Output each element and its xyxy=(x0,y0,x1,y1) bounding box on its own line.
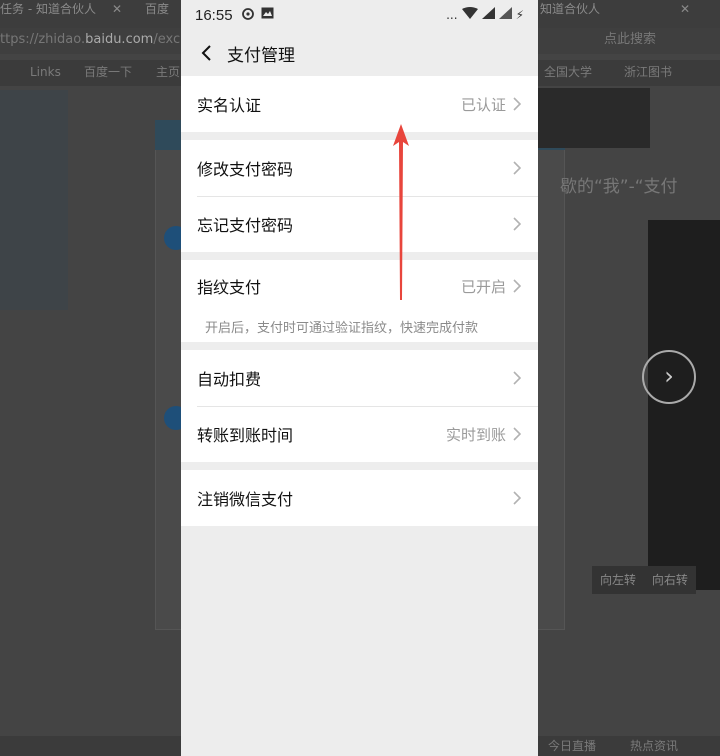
bottom-link[interactable]: 今日直播 xyxy=(548,736,596,756)
cell-value: 已开启 xyxy=(460,277,506,296)
signal-icon xyxy=(498,7,512,23)
browser-tab[interactable]: 知道合伙人 xyxy=(540,0,600,22)
rotate-left-button[interactable]: 向左转 xyxy=(600,573,636,587)
settings-group: 注销微信支付 xyxy=(181,470,538,526)
close-icon[interactable]: ✕ xyxy=(680,0,690,22)
status-bar: 16:55 ... ⚡ xyxy=(181,0,538,30)
status-time: 16:55 xyxy=(195,6,233,24)
back-icon[interactable] xyxy=(195,42,217,64)
url-prefix: ttps://zhidao. xyxy=(0,32,86,47)
cell-label: 自动扣费 xyxy=(197,370,262,389)
fingerprint-pay-item[interactable]: 指纹支付 已开启 开启后，支付时可通过验证指纹，快速完成付款 xyxy=(181,260,538,342)
cell-label: 注销微信支付 xyxy=(197,490,294,509)
bookmark-item[interactable]: Links xyxy=(30,60,61,84)
settings-group: 修改支付密码 忘记支付密码 xyxy=(181,140,538,252)
cell-value: 实时到账 xyxy=(445,425,506,444)
more-dots: ... xyxy=(446,8,458,22)
cell-label: 忘记支付密码 xyxy=(197,216,294,235)
rotate-right-button[interactable]: 向右转 xyxy=(652,573,688,587)
chevron-right-icon xyxy=(512,160,522,176)
cell-label: 转账到账时间 xyxy=(197,426,294,445)
bookmark-item[interactable]: 全国大学 xyxy=(544,60,592,84)
weibo-icon xyxy=(241,7,255,24)
cell-label: 实名认证 xyxy=(197,96,262,115)
bookmark-item[interactable]: 浙江图书 xyxy=(624,60,672,84)
image-icon xyxy=(261,7,274,23)
bookmark-item[interactable]: 主页 xyxy=(156,60,180,84)
settings-group: 实名认证 已认证 xyxy=(181,76,538,132)
cell-label: 修改支付密码 xyxy=(197,160,294,179)
browser-tab[interactable]: 百度 xyxy=(145,0,169,22)
cell-row: 指纹支付 已开启 xyxy=(197,274,522,298)
next-arrow-icon[interactable]: › xyxy=(642,350,696,404)
annotation-arrow xyxy=(393,124,409,300)
auto-deduct-item[interactable]: 自动扣费 xyxy=(181,350,538,406)
side-panel xyxy=(0,90,68,310)
url-domain: baidu.com xyxy=(85,32,154,47)
nav-bar: 支付管理 xyxy=(181,30,538,76)
background-text: 歇的“我”-“支付 xyxy=(560,177,678,197)
transfer-arrival-time-item[interactable]: 转账到账时间 实时到账 xyxy=(181,406,538,462)
page-title: 支付管理 xyxy=(227,45,295,66)
charging-icon: ⚡ xyxy=(515,8,524,22)
chevron-right-icon xyxy=(512,426,522,442)
search-hint[interactable]: 点此搜索 xyxy=(604,28,656,52)
browser-tab[interactable]: 任务 - 知道合伙人 xyxy=(0,0,96,22)
chevron-right-icon xyxy=(512,490,522,506)
real-name-auth-item[interactable]: 实名认证 已认证 xyxy=(181,76,538,132)
cell-label: 指纹支付 xyxy=(197,278,262,297)
bottom-link[interactable]: 热点资讯 xyxy=(630,736,678,756)
chevron-right-icon xyxy=(512,370,522,386)
forgot-pay-password-item[interactable]: 忘记支付密码 xyxy=(181,196,538,252)
cell-value: 已认证 xyxy=(460,95,506,114)
chevron-right-icon xyxy=(512,278,522,294)
settings-group: 指纹支付 已开启 开启后，支付时可通过验证指纹，快速完成付款 xyxy=(181,260,538,342)
url-suffix: /exc xyxy=(153,32,181,47)
phone-screen: 16:55 ... ⚡ 支付管理 实名认证 已认证 修改支付密码 忘记支付密码 … xyxy=(181,0,538,756)
cancel-wechat-pay-item[interactable]: 注销微信支付 xyxy=(181,470,538,526)
background-image xyxy=(538,88,650,148)
close-icon[interactable]: ✕ xyxy=(112,0,122,22)
rotate-buttons: 向左转 向右转 xyxy=(592,566,696,594)
signal-icon xyxy=(481,7,495,23)
cell-description: 开启后，支付时可通过验证指纹，快速完成付款 xyxy=(205,320,479,336)
chevron-right-icon xyxy=(512,96,522,112)
chevron-right-icon xyxy=(512,216,522,232)
wifi-icon xyxy=(461,7,478,23)
bookmark-item[interactable]: 百度一下 xyxy=(84,60,132,84)
settings-group: 自动扣费 转账到账时间 实时到账 xyxy=(181,350,538,462)
change-pay-password-item[interactable]: 修改支付密码 xyxy=(181,140,538,196)
background-image xyxy=(648,220,720,590)
